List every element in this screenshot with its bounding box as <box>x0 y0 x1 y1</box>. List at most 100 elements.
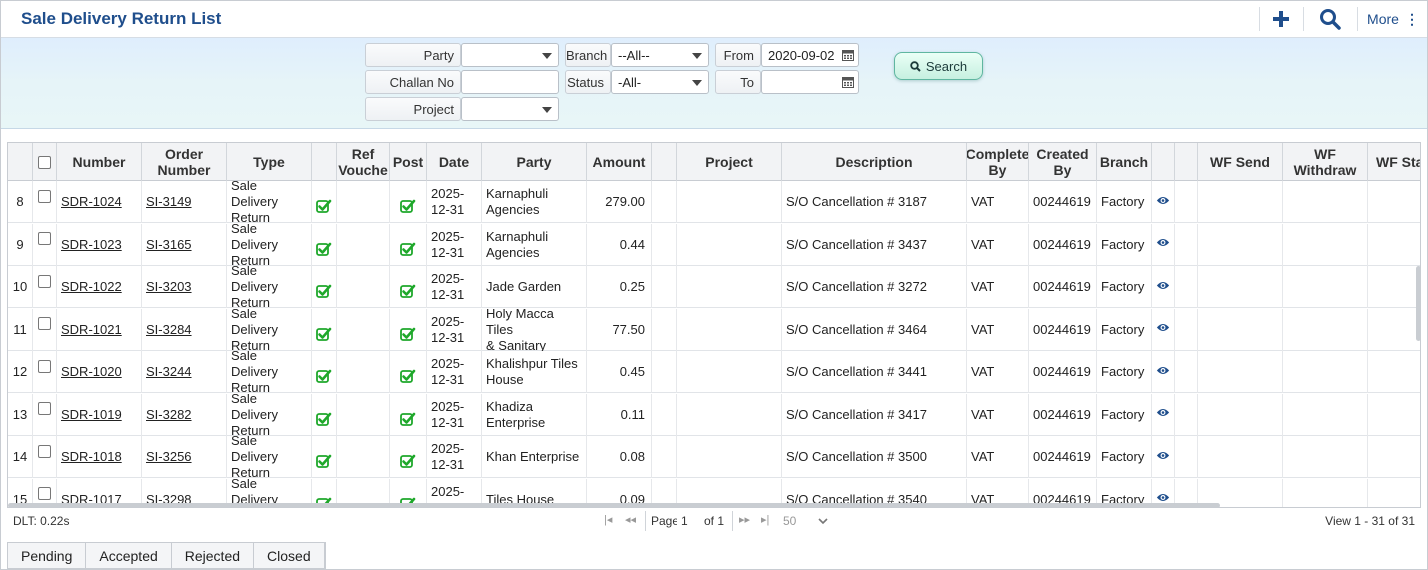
wf-status-cell <box>1368 224 1420 266</box>
number-link[interactable]: SDR-1019 <box>61 407 122 423</box>
type-cell: Sale DeliveryReturn <box>227 181 312 223</box>
date-cell: 2025-12-31 <box>427 393 482 436</box>
select-all-checkbox[interactable] <box>38 155 51 169</box>
from-date-input[interactable]: 2020-09-02 <box>761 43 859 67</box>
column-header-branch[interactable]: Branch <box>1097 143 1152 181</box>
vertical-scrollbar[interactable] <box>1416 266 1421 341</box>
amount-cell: 0.11 <box>587 393 652 436</box>
row-checkbox[interactable] <box>38 189 51 203</box>
more-menu-button[interactable]: More ⋮ <box>1367 5 1419 33</box>
next-page-icon[interactable]: ▸▸ <box>739 513 750 526</box>
view-cell[interactable] <box>1152 223 1175 266</box>
table-row[interactable]: 10 SDR-1022 SI-3203 Sale Delivery Return 2025… <box>8 266 1420 308</box>
view-cell[interactable] <box>1152 181 1175 223</box>
column-header-wf-send[interactable]: WF Send <box>1198 143 1283 181</box>
project-cell <box>677 393 782 436</box>
eye-icon <box>1156 324 1170 331</box>
status-select[interactable]: -All- <box>611 70 709 94</box>
column-header-ref-voucher[interactable]: Ref Vouche <box>337 143 390 181</box>
status-tab-pending[interactable]: Pending <box>8 543 87 568</box>
column-header-post[interactable]: Post <box>390 143 427 181</box>
eye-icon <box>1156 366 1170 374</box>
checkmark-icon <box>316 454 332 468</box>
first-page-icon[interactable]: |◂ <box>604 513 612 526</box>
column-header-project[interactable]: Project <box>677 143 782 181</box>
party-select[interactable] <box>461 43 559 67</box>
table-row[interactable]: 11 SDR-1021 SI-3284 Sale Delivery Return 2025… <box>8 308 1420 351</box>
to-date-input[interactable] <box>761 70 859 94</box>
column-header-date[interactable]: Date <box>427 143 482 181</box>
row-checkbox[interactable] <box>38 444 51 458</box>
checkmark-icon <box>316 412 332 426</box>
number-link[interactable]: SDR-1020 <box>61 364 122 380</box>
row-checkbox[interactable] <box>38 359 51 373</box>
column-header-description[interactable]: Description <box>782 143 967 181</box>
checkmark-icon <box>400 242 416 256</box>
eye-icon <box>1156 494 1170 501</box>
status-tab-accepted[interactable]: Accepted <box>86 543 172 568</box>
order-number-link[interactable]: SI-3256 <box>146 449 192 465</box>
table-row[interactable]: 14 SDR-1018 SI-3256 Sale Delivery Return 2025… <box>8 436 1420 478</box>
column-header-wf-withdraw[interactable]: WF Withdraw <box>1283 143 1368 181</box>
column-header-type[interactable]: Type <box>227 143 312 181</box>
add-button[interactable] <box>1267 5 1295 33</box>
column-header-order-number[interactable]: Order Number <box>142 143 227 181</box>
prev-page-icon[interactable]: ◂◂ <box>625 513 636 526</box>
number-link[interactable]: SDR-1022 <box>61 279 122 295</box>
page-input[interactable]: 1 <box>677 511 699 530</box>
type-cell: Sale DeliveryReturn <box>227 393 312 436</box>
table-row[interactable]: 9 SDR-1023 SI-3165 Sale Delivery Return 2025-… <box>8 223 1420 266</box>
status-tab-closed[interactable]: Closed <box>254 543 325 568</box>
ref-cell <box>337 223 390 266</box>
view-cell[interactable] <box>1152 393 1175 436</box>
number-link[interactable]: SDR-1024 <box>61 194 122 210</box>
column-header-created-by[interactable]: Created By <box>1029 143 1097 181</box>
view-cell[interactable] <box>1152 308 1175 351</box>
order-number-link[interactable]: SI-3165 <box>146 237 192 253</box>
status-tab-rejected[interactable]: Rejected <box>172 543 255 568</box>
created-by-cell: 00244619 <box>1029 393 1097 436</box>
wf-withdraw-cell <box>1283 181 1368 223</box>
table-row[interactable]: 12 SDR-1020 SI-3244 Sale Delivery Return 2025… <box>8 351 1420 393</box>
order-number-link[interactable]: SI-3282 <box>146 407 192 423</box>
column-header-amount[interactable]: Amount <box>587 143 652 181</box>
table-row[interactable]: 8 SDR-1024 SI-3149 Sale Delivery Return 2025-… <box>8 181 1420 223</box>
calendar-icon[interactable] <box>842 76 854 88</box>
chevron-down-icon[interactable] <box>818 518 828 525</box>
branch-select[interactable]: --All-- <box>611 43 709 67</box>
column-header-complete-by[interactable]: Complete By <box>967 143 1029 181</box>
project-select[interactable] <box>461 97 559 121</box>
calendar-icon[interactable] <box>842 49 854 61</box>
order-number-link[interactable]: SI-3203 <box>146 279 192 295</box>
description-cell: S/O Cancellation # 3417 <box>782 393 967 436</box>
number-link[interactable]: SDR-1021 <box>61 322 122 338</box>
row-checkbox[interactable] <box>38 402 51 415</box>
last-page-icon[interactable]: ▸| <box>761 513 769 526</box>
row-checkbox[interactable] <box>38 232 51 245</box>
column-header-number[interactable]: Number <box>57 143 142 181</box>
number-link[interactable]: SDR-1023 <box>61 237 122 253</box>
eye-icon <box>1156 281 1170 289</box>
challan-input[interactable] <box>461 70 559 94</box>
order-number-link[interactable]: SI-3244 <box>146 364 192 380</box>
column-header-party[interactable]: Party <box>482 143 587 181</box>
row-checkbox[interactable] <box>38 274 51 288</box>
row-checkbox[interactable] <box>38 317 51 330</box>
view-cell[interactable] <box>1152 436 1175 478</box>
created-by-cell: 00244619 <box>1029 351 1097 393</box>
horizontal-scrollbar[interactable] <box>8 503 1220 507</box>
wf-send-cell <box>1198 181 1283 223</box>
column-header-wf-status[interactable]: WF Stat <box>1368 143 1420 181</box>
view-cell[interactable] <box>1152 351 1175 393</box>
number-link[interactable]: SDR-1018 <box>61 449 122 465</box>
search-toggle-button[interactable] <box>1315 5 1345 33</box>
view-cell[interactable] <box>1152 266 1175 308</box>
row-checkbox[interactable] <box>38 487 51 500</box>
table-row[interactable]: 13 SDR-1019 SI-3282 Sale Delivery Return 2025… <box>8 393 1420 436</box>
page-size-select[interactable]: 50 <box>783 514 796 528</box>
order-number-link[interactable]: SI-3284 <box>146 322 192 338</box>
party-cell: Holy Macca Tiles & Sanitary <box>482 308 587 351</box>
search-button[interactable]: Search <box>894 52 983 80</box>
page-count-text: of 1 <box>704 514 725 528</box>
order-number-link[interactable]: SI-3149 <box>146 194 192 210</box>
